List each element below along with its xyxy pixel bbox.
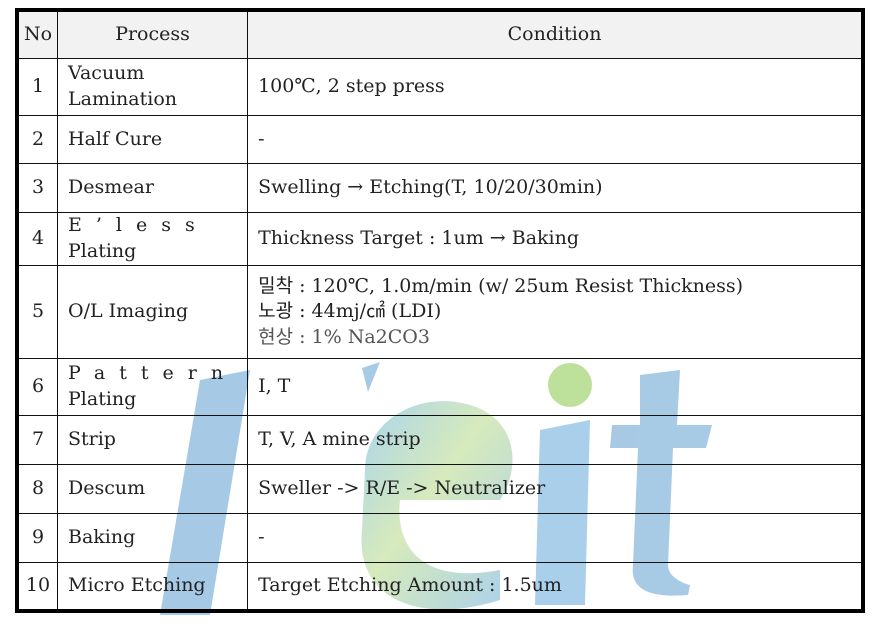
table-header-row: No Process Condition xyxy=(16,9,864,59)
cell-process: Vacuum Lamination xyxy=(56,58,249,116)
condition-line: 노광 : 44mj/㎠ (LDI) xyxy=(258,300,442,323)
table-row: 5 O/L Imaging 밀착 : 120℃, 1.0m/min (w/ 25… xyxy=(16,265,864,359)
cell-condition: I, T xyxy=(247,358,864,416)
cell-condition: Target Etching Amount : 1.5um xyxy=(247,562,864,612)
condition-line: 밀착 : 120℃, 1.0m/min (w/ 25um Resist Thic… xyxy=(258,274,744,297)
table-row: 4 E’less Plating Thickness Target : 1um … xyxy=(16,212,864,266)
cell-no: 9 xyxy=(16,513,58,563)
process-line: Vacuum xyxy=(68,62,145,85)
cell-condition: T, V, A mine strip xyxy=(247,415,864,465)
table-row: 7 Strip T, V, A mine strip xyxy=(16,415,864,465)
cell-process: Strip xyxy=(56,415,249,465)
process-line: Lamination xyxy=(68,88,177,110)
table-row: 6 Pattern Plating I, T xyxy=(16,358,864,416)
table-row: 3 Desmear Swelling → Etching(T, 10/20/30… xyxy=(16,163,864,213)
cell-process: Half Cure xyxy=(56,115,249,164)
cell-no: 3 xyxy=(16,163,58,213)
header-no: No xyxy=(16,9,58,59)
table-row: 9 Baking - xyxy=(16,513,864,563)
cell-condition: - xyxy=(247,115,864,164)
cell-process: E’less Plating xyxy=(56,212,249,266)
table-row: 10 Micro Etching Target Etching Amount :… xyxy=(16,562,864,612)
cell-condition: Sweller -> R/E -> Neutralizer xyxy=(247,464,864,514)
cell-no: 2 xyxy=(16,115,58,164)
cell-no: 7 xyxy=(16,415,58,465)
cell-no: 5 xyxy=(16,265,58,359)
cell-no: 4 xyxy=(16,212,58,266)
cell-no: 10 xyxy=(16,562,58,612)
table-row: 2 Half Cure - xyxy=(16,115,864,164)
cell-process: Pattern Plating xyxy=(56,358,249,416)
cell-process: Baking xyxy=(56,513,249,563)
header-process: Process xyxy=(56,9,249,59)
condition-line: 현상 : 1% Na2CO3 xyxy=(258,325,430,348)
cell-process: Micro Etching xyxy=(56,562,249,612)
process-line: E’less xyxy=(68,214,209,237)
process-line: Pattern xyxy=(68,362,238,385)
cell-no: 1 xyxy=(16,58,58,116)
cell-no: 6 xyxy=(16,358,58,416)
process-line: Plating xyxy=(68,240,137,262)
cell-condition: Swelling → Etching(T, 10/20/30min) xyxy=(247,163,864,213)
header-condition: Condition xyxy=(247,9,864,59)
table-row: 8 Descum Sweller -> R/E -> Neutralizer xyxy=(16,464,864,514)
cell-condition: 밀착 : 120℃, 1.0m/min (w/ 25um Resist Thic… xyxy=(247,265,864,359)
cell-condition: Thickness Target : 1um → Baking xyxy=(247,212,864,266)
cell-process: Descum xyxy=(56,464,249,514)
table-row: 1 Vacuum Lamination 100℃, 2 step press xyxy=(16,58,864,116)
cell-no: 8 xyxy=(16,464,58,514)
cell-condition: 100℃, 2 step press xyxy=(247,58,864,116)
process-line: Plating xyxy=(68,388,137,410)
cell-process: O/L Imaging xyxy=(56,265,249,359)
cell-process: Desmear xyxy=(56,163,249,213)
cell-condition: - xyxy=(247,513,864,563)
process-table: No Process Condition 1 Vacuum Lamination… xyxy=(15,8,865,613)
